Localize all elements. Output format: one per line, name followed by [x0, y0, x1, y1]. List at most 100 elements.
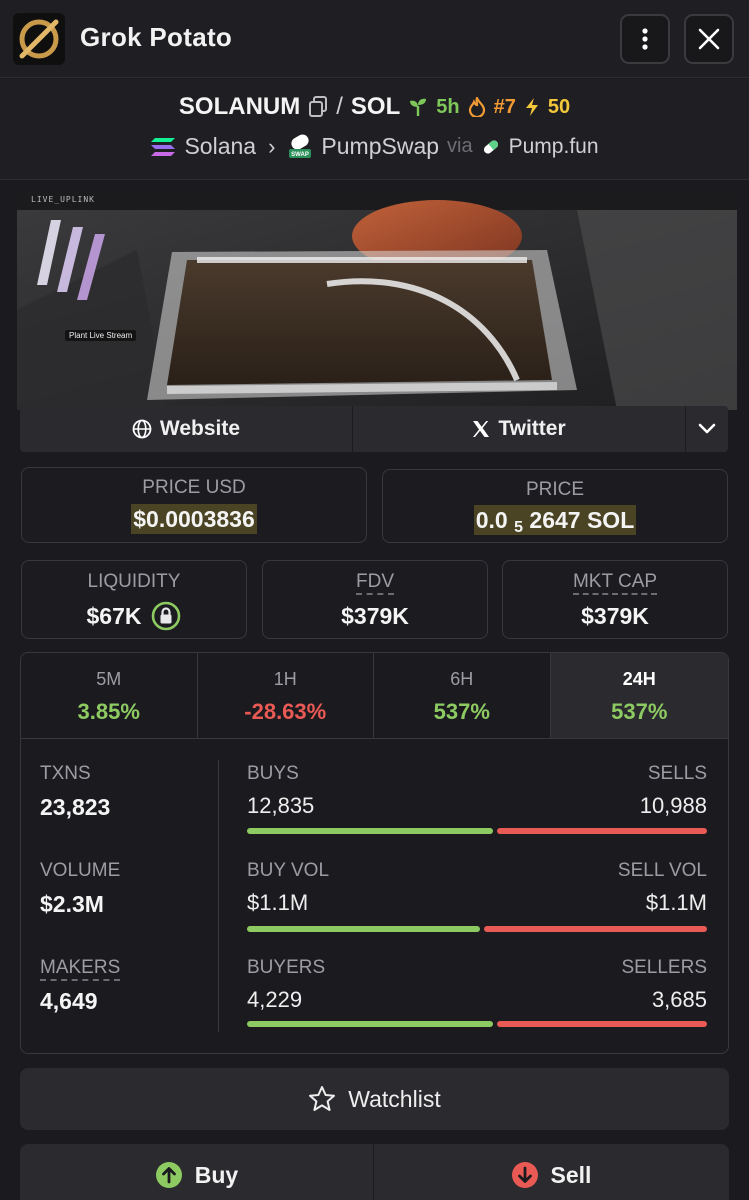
lock-icon [152, 601, 181, 631]
buys-value: 12,835 [247, 793, 315, 818]
sell-volume-label: SELL VOL [617, 860, 707, 881]
liquidity-label: LIQUIDITY [87, 571, 181, 592]
market-cap-label: MKT CAP [572, 571, 658, 595]
more-options-button[interactable] [620, 14, 670, 64]
chevron-right-icon: › [268, 133, 276, 159]
watchlist-label: Watchlist [348, 1085, 441, 1112]
txns-label: TXNS [40, 763, 91, 784]
chevron-down-icon [698, 423, 716, 434]
dex-link[interactable]: PumpSwap [321, 133, 439, 160]
banner-caption: Plant Live Stream [65, 330, 137, 341]
globe-icon [132, 419, 152, 439]
liquidity-card: LIQUIDITY $67K [21, 560, 247, 639]
makers-label: MAKERS [40, 957, 121, 981]
buy-volume-label: BUY VOL [247, 860, 330, 881]
tab-1h[interactable]: 1H -28.63% [198, 653, 374, 738]
copy-icon[interactable] [308, 96, 328, 118]
fdv-card: FDV $379K [262, 560, 488, 639]
sells-label: SELLS [647, 763, 707, 784]
timeframe-tabs: 5M 3.85% 1H -28.63% 6H 537% 24H 537% [20, 652, 729, 739]
price-usd-card: PRICE USD $0.0003836 [21, 467, 367, 543]
change-5m: 3.85% [77, 699, 140, 724]
change-6h: 537% [433, 699, 490, 724]
vertical-dots-icon [642, 28, 648, 50]
sell-volume-bar [484, 926, 707, 932]
buy-button[interactable]: Buy [20, 1144, 374, 1200]
sellers-bar [497, 1021, 707, 1027]
pair-info: SOLANUM / SOL 5h #7 50 Solana › SWAP Pum… [0, 79, 749, 180]
base-token: SOLANUM [178, 93, 301, 120]
fdv-value: $379K [341, 603, 409, 629]
price-native-card: PRICE 0.0 5 2647 SOL [382, 469, 728, 543]
sells-value: 10,988 [639, 793, 707, 818]
token-banner-image: LIVE_UPLINK Plant Live Stream [17, 190, 737, 410]
app-header: Grok Potato [0, 0, 749, 78]
buy-volume-bar [247, 926, 480, 932]
watchlist-button[interactable]: Watchlist [20, 1068, 729, 1130]
buyers-value: 4,229 [247, 987, 303, 1012]
pair-age: 5h [436, 95, 460, 118]
fdv-label: FDV [356, 571, 394, 595]
pill-icon [483, 139, 498, 154]
trending-rank: #7 [493, 95, 516, 118]
chain-link[interactable]: Solana [184, 133, 256, 160]
boost-count: 50 [547, 95, 571, 118]
buy-volume-value: $1.1M [247, 890, 309, 915]
seedling-icon [410, 98, 427, 116]
price-usd-value: $0.0003836 [131, 504, 257, 534]
stats-divider [218, 760, 219, 1032]
sellers-value: 3,685 [651, 987, 707, 1012]
transaction-stats: TXNS 23,823 VOLUME $2.3M MAKERS 4,649 BU… [20, 738, 729, 1054]
arrow-up-circle-icon [155, 1162, 182, 1188]
twitter-label: Twitter [498, 417, 566, 440]
change-1h: -28.63% [244, 699, 327, 724]
pumpswap-logo-icon: SWAP [289, 134, 312, 158]
sellers-label: SELLERS [621, 957, 707, 978]
website-button[interactable]: Website [20, 406, 353, 452]
price-native-value: 0.0 5 2647 SOL [473, 505, 637, 536]
banner-tag: LIVE_UPLINK [31, 195, 95, 204]
sell-button[interactable]: Sell [374, 1144, 728, 1200]
svg-text:SWAP: SWAP [292, 152, 310, 158]
quote-token: SOL [350, 93, 401, 120]
solana-logo-icon [151, 137, 176, 156]
launchpad-link[interactable]: Pump.fun [509, 135, 599, 159]
sell-label: Sell [550, 1161, 592, 1188]
twitter-button[interactable]: Twitter [353, 406, 686, 452]
arrow-down-circle-icon [511, 1162, 538, 1188]
via-label: via [447, 135, 473, 157]
star-icon [309, 1086, 336, 1111]
liquidity-value: $67K [86, 602, 142, 629]
buyers-label: BUYERS [247, 957, 326, 978]
change-24h: 537% [611, 699, 668, 724]
volume-value: $2.3M [40, 891, 104, 917]
sells-bar [497, 828, 707, 834]
social-links-bar: Website Twitter [20, 406, 728, 452]
x-logo-icon [473, 421, 490, 437]
trade-bar: Buy Sell [20, 1144, 729, 1200]
pair-slash: / [336, 93, 343, 120]
app-logo [13, 13, 65, 65]
buys-bar [247, 828, 493, 834]
price-usd-label: PRICE USD [142, 477, 246, 498]
tab-5m[interactable]: 5M 3.85% [21, 653, 198, 738]
volume-label: VOLUME [40, 860, 121, 881]
flame-icon [468, 97, 485, 117]
tab-6h[interactable]: 6H 537% [374, 653, 551, 738]
buyers-bar [247, 1021, 493, 1027]
more-links-button[interactable] [686, 406, 728, 452]
website-label: Website [159, 417, 241, 440]
txns-value: 23,823 [40, 794, 111, 820]
app-title: Grok Potato [80, 22, 233, 52]
market-cap-card: MKT CAP $379K [502, 560, 728, 639]
lightning-icon [525, 98, 538, 116]
close-button[interactable] [684, 14, 734, 64]
x-close-icon [698, 28, 720, 50]
market-cap-value: $379K [581, 603, 649, 629]
buy-label: Buy [194, 1161, 239, 1188]
tab-24h[interactable]: 24H 537% [550, 653, 728, 738]
sell-volume-value: $1.1M [645, 890, 707, 915]
makers-value: 4,649 [40, 988, 98, 1014]
price-native-label: PRICE [525, 479, 585, 500]
buys-label: BUYS [247, 763, 299, 784]
